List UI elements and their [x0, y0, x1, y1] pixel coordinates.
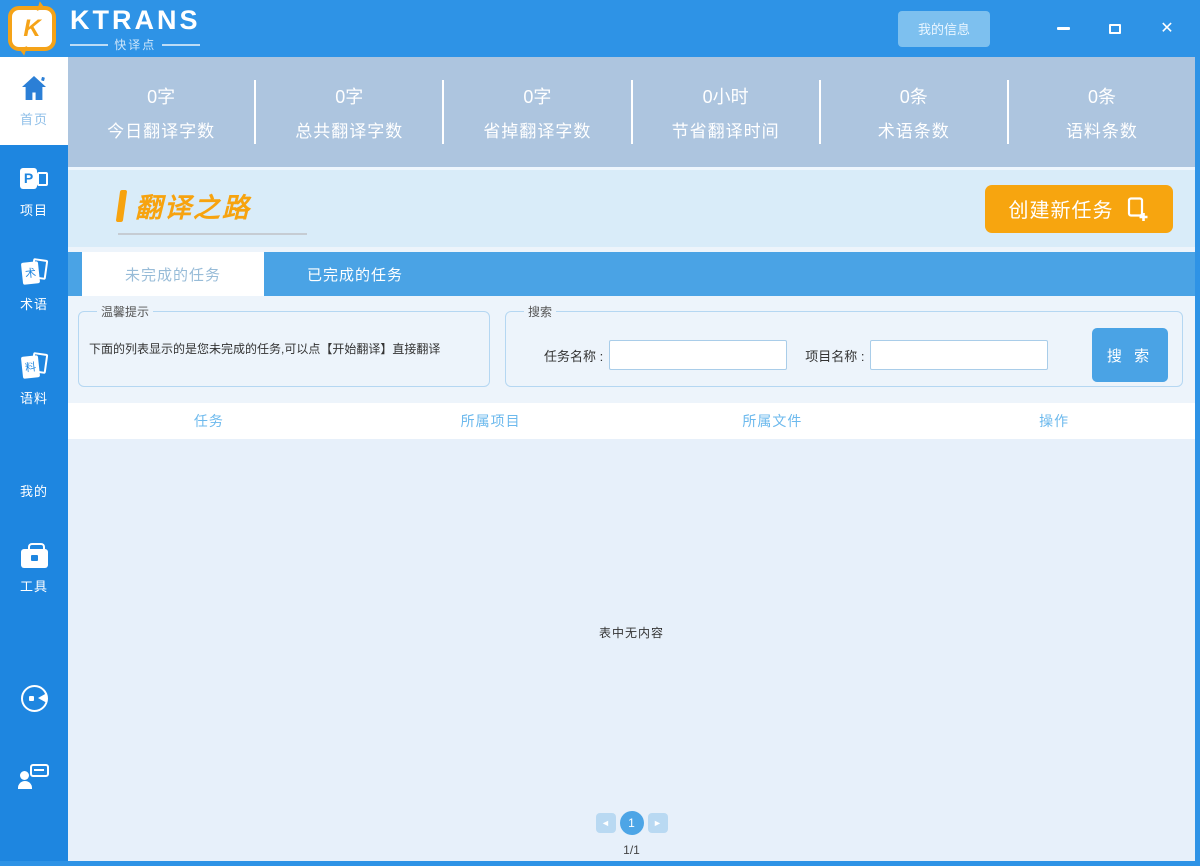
tip-fieldset: 温馨提示 下面的列表显示的是您未完成的任务,可以点【开始翻译】直接翻译	[78, 303, 490, 387]
search-legend: 搜索	[528, 305, 553, 319]
project-name-label: 项目名称 :	[805, 348, 865, 364]
sidebar-item-terminology[interactable]: 术 术语	[0, 239, 68, 333]
sidebar-item-label: 项目	[19, 202, 48, 218]
home-icon	[19, 75, 49, 101]
next-page-button[interactable]: ►	[647, 813, 668, 833]
task-tabbar: 未完成的任务 已完成的任务	[68, 252, 1195, 296]
next-page-icon: ►	[653, 818, 662, 828]
profile-icon	[21, 448, 47, 473]
column-task: 任务	[193, 413, 224, 429]
main-area: 0字 今日翻译字数 0字 总共翻译字数 0字 省掉翻译字数 0小时 节省翻译时间	[68, 57, 1195, 861]
tools-icon	[20, 542, 48, 568]
stat-value: 0条	[1087, 86, 1116, 107]
tab-finished-tasks[interactable]: 已完成的任务	[264, 252, 446, 296]
stat-today-words: 0字 今日翻译字数	[68, 83, 254, 142]
project-icon: P	[20, 166, 48, 192]
maximize-button[interactable]	[1104, 18, 1126, 40]
sidebar-item-label: 我的	[19, 484, 48, 499]
stat-corpus-count: 0条 语料条数	[1009, 83, 1195, 142]
app-window: K KTRANS 快译点 我的信息 ✕ 首页 P 项目 术 术语 料 语料 我的…	[0, 0, 1200, 866]
feedback-icon[interactable]	[18, 764, 49, 791]
prev-page-button[interactable]: ◄	[595, 813, 616, 833]
maximize-icon	[1109, 23, 1121, 34]
page-summary: 1/1	[623, 843, 640, 857]
project-name-input[interactable]	[870, 340, 1049, 370]
tab-unfinished-tasks[interactable]: 未完成的任务	[82, 252, 264, 296]
corpus-icon: 料	[20, 352, 49, 380]
tip-legend: 温馨提示	[101, 305, 150, 319]
column-project: 所属项目	[460, 413, 521, 429]
stat-value: 0字	[147, 86, 176, 107]
accent-bar	[115, 189, 128, 222]
stat-saved-time: 0小时 节省翻译时间	[633, 83, 819, 142]
brand-subtitle: 快译点	[70, 39, 200, 51]
stats-bar: 0字 今日翻译字数 0字 总共翻译字数 0字 省掉翻译字数 0小时 节省翻译时间	[68, 57, 1195, 167]
stat-term-count: 0条 术语条数	[821, 83, 1007, 142]
stat-value: 0小时	[702, 86, 749, 107]
task-name-input[interactable]	[609, 340, 788, 370]
sidebar-item-label: 术语	[19, 297, 48, 312]
column-file: 所属文件	[742, 413, 803, 429]
stat-label: 今日翻译字数	[107, 121, 216, 141]
minimize-icon	[1056, 27, 1070, 30]
sidebar-item-profile[interactable]: 我的	[0, 427, 68, 521]
empty-table-text: 表中无内容	[598, 626, 665, 640]
sidebar-item-home[interactable]: 首页	[0, 57, 68, 145]
brand-name: KTRANS	[70, 4, 201, 35]
stat-value: 0字	[335, 86, 364, 107]
stat-value: 0条	[899, 86, 928, 107]
search-button[interactable]: 搜 索	[1092, 328, 1168, 382]
close-icon: ✕	[1160, 19, 1174, 37]
pagination: ◄ 1 ►	[595, 811, 668, 835]
sidebar-item-corpus[interactable]: 料 语料	[0, 333, 68, 427]
sidebar-item-project[interactable]: P 项目	[0, 145, 68, 239]
stat-label: 节省翻译时间	[671, 121, 780, 141]
close-button[interactable]: ✕	[1156, 18, 1178, 40]
page-1-button[interactable]: 1	[619, 811, 644, 835]
prev-page-icon: ◄	[601, 818, 610, 828]
task-table-body: 表中无内容 ◄ 1 ► 1/1	[68, 439, 1195, 861]
stat-label: 总共翻译字数	[295, 121, 404, 141]
task-name-label: 任务名称 :	[544, 348, 604, 364]
minimize-button[interactable]	[1052, 18, 1074, 40]
titlebar: K KTRANS 快译点 我的信息 ✕	[0, 0, 1200, 57]
sidebar-item-label: 首页	[19, 111, 48, 127]
section-title-band: 翻译之路 创建新任务	[68, 167, 1195, 247]
stat-value: 0字	[523, 86, 552, 107]
search-fieldset: 搜索 任务名称 : 项目名称 : 搜 索	[505, 303, 1183, 387]
logo-letter: K	[23, 14, 41, 42]
sidebar-item-label: 工具	[19, 578, 48, 594]
stat-saved-words: 0字 省掉翻译字数	[444, 83, 630, 142]
sidebar: 首页 P 项目 术 术语 料 语料 我的 工具	[0, 57, 68, 861]
page-title: 翻译之路	[135, 193, 251, 223]
stat-label: 省掉翻译字数	[483, 121, 592, 141]
task-table-header: 任务 所属项目 所属文件 操作	[68, 403, 1195, 439]
sidebar-item-tools[interactable]: 工具	[0, 521, 68, 615]
stat-total-words: 0字 总共翻译字数	[256, 83, 442, 142]
sidebar-item-label: 语料	[19, 391, 48, 406]
ktrans-logo-icon: K	[8, 6, 56, 51]
create-task-button[interactable]: 创建新任务	[985, 184, 1173, 233]
my-info-button[interactable]: 我的信息	[898, 10, 990, 47]
column-actions: 操作	[1039, 413, 1070, 429]
new-document-icon	[1127, 196, 1147, 221]
tip-text: 下面的列表显示的是您未完成的任务,可以点【开始翻译】直接翻译	[89, 342, 441, 356]
stat-label: 术语条数	[877, 121, 950, 141]
stat-label: 语料条数	[1065, 121, 1138, 141]
customer-service-icon[interactable]	[20, 685, 48, 712]
brand-logo: K KTRANS 快译点	[8, 6, 201, 51]
terminology-icon: 术	[20, 258, 49, 286]
